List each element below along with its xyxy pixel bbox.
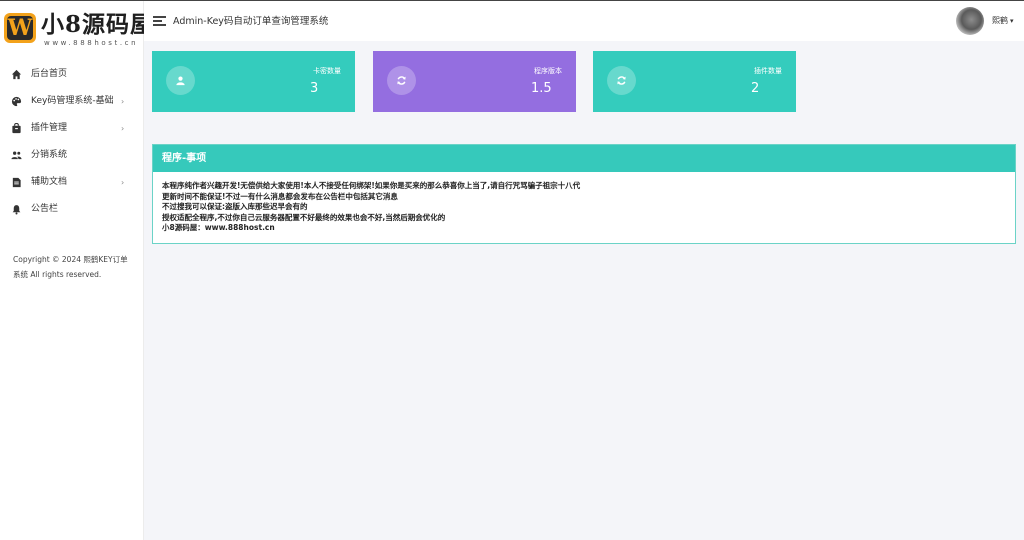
stat-value: 2 <box>751 81 760 96</box>
copyright-text: Copyright © 2024 熙鹤KEY订单系统 All rights re… <box>13 255 128 279</box>
sidebar-item-plugins[interactable]: 插件管理 › <box>0 115 143 142</box>
logo-subtitle: www.888host.cn <box>44 39 139 47</box>
refresh-icon <box>387 66 416 95</box>
sidebar-item-label: 插件管理 <box>31 123 68 133</box>
user-icon <box>166 66 195 95</box>
stat-label: 卡密数量 <box>313 67 341 75</box>
notice-line: 更新时间不能保证!不过一有什么消息都会发布在公告栏中包括其它消息 <box>162 191 398 201</box>
panel-body: 本程序纯作者兴趣开发!无偿供给大家使用!本人不接受任何绑架!如果你是买来的那么恭… <box>153 172 1015 234</box>
panel-title: 程序-事项 <box>153 145 1015 172</box>
caret-down-icon[interactable]: ▾ <box>1010 15 1014 27</box>
palette-icon <box>11 96 22 107</box>
stat-label: 程序版本 <box>534 67 562 75</box>
avatar[interactable] <box>956 7 984 35</box>
stat-card-card-count: 卡密数量 3 <box>152 51 355 112</box>
bag-icon <box>12 123 21 134</box>
stat-label: 插件数量 <box>754 67 782 75</box>
bell-icon <box>12 205 21 215</box>
stat-value: 3 <box>310 81 319 96</box>
sidebar-item-label: 公告栏 <box>31 204 59 214</box>
menu-toggle-icon[interactable] <box>153 16 166 26</box>
sidebar-item-label: Key码管理系统-基础 <box>31 96 114 106</box>
notice-line: 不过搜我可以保证:盗版入库那些迟早会有的 <box>162 202 308 211</box>
stat-card-version: 程序版本 1.5 <box>373 51 576 112</box>
notice-line: 本程序纯作者兴趣开发!无偿供给大家使用!本人不接受任何绑架!如果你是买来的那么恭… <box>162 181 581 190</box>
notice-panel: 程序-事项 本程序纯作者兴趣开发!无偿供给大家使用!本人不接受任何绑架!如果你是… <box>152 144 1016 244</box>
users-icon <box>11 151 22 160</box>
chevron-right-icon: › <box>121 124 125 133</box>
sidebar-item-home[interactable]: 后台首页 <box>0 61 143 88</box>
top-bar: Admin-Key码自动订单查询管理系统 熙鹤 ▾ <box>144 1 1024 41</box>
sidebar: W 小8源码屋 www.888host.cn 后台首页 Key码管理系统-基础 … <box>0 1 153 540</box>
app-title: Admin-Key码自动订单查询管理系统 <box>173 16 329 27</box>
sidebar-nav: 后台首页 Key码管理系统-基础 › 插件管理 › 分销系统 辅助文档 › 公告… <box>0 61 143 223</box>
chevron-right-icon: › <box>121 178 125 187</box>
logo-title: 小8源码屋 <box>41 11 155 38</box>
refresh-icon <box>607 66 636 95</box>
user-name[interactable]: 熙鹤 <box>992 15 1008 27</box>
sidebar-item-docs[interactable]: 辅助文档 › <box>0 169 143 196</box>
document-icon <box>12 177 21 188</box>
sidebar-item-announcements[interactable]: 公告栏 <box>0 196 143 223</box>
sidebar-item-label: 分销系统 <box>31 150 68 160</box>
logo[interactable]: W 小8源码屋 www.888host.cn <box>4 11 153 49</box>
chevron-right-icon: › <box>121 97 125 106</box>
home-icon <box>11 69 22 80</box>
stat-card-plugin-count: 插件数量 2 <box>593 51 796 112</box>
sidebar-item-label: 后台首页 <box>31 69 68 79</box>
sidebar-item-distribution[interactable]: 分销系统 <box>0 142 143 169</box>
sidebar-item-label: 辅助文档 <box>31 177 68 187</box>
notice-line: 授权适配全程序,不过你自己云服务器配置不好最终的效果也会不好,当然后期会优化的 <box>162 212 446 222</box>
logo-badge-icon: W <box>4 13 36 43</box>
notice-line: 小8源码屋：www.888host.cn <box>162 223 275 232</box>
sidebar-item-key-system[interactable]: Key码管理系统-基础 › <box>0 88 143 115</box>
stat-value: 1.5 <box>531 81 552 96</box>
